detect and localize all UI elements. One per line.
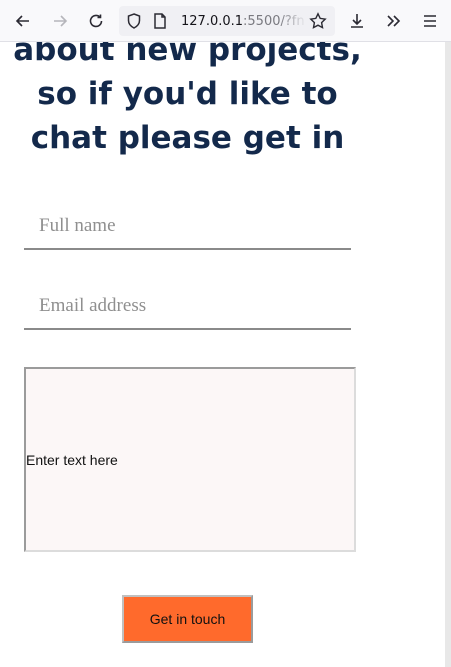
message-textarea[interactable]: Enter text here — [24, 367, 356, 552]
url-bar[interactable]: 127.0.0.1:5500/?fna — [119, 6, 335, 36]
heading-line-1: about new projects, — [13, 42, 362, 68]
url-fade — [279, 10, 307, 32]
back-arrow-icon[interactable] — [11, 9, 35, 33]
get-in-touch-button[interactable]: Get in touch — [122, 595, 253, 643]
forward-arrow-icon[interactable] — [48, 9, 72, 33]
email-input[interactable] — [24, 280, 351, 330]
chevrons-right-icon[interactable] — [381, 9, 405, 33]
heading-line-2: so if you'd like to — [37, 76, 338, 112]
reload-icon[interactable] — [84, 9, 108, 33]
hamburger-menu-icon[interactable] — [418, 9, 442, 33]
url-host: 127.0.0.1 — [181, 14, 244, 29]
star-icon[interactable] — [309, 12, 327, 30]
full-name-input[interactable] — [24, 200, 351, 250]
browser-toolbar: 127.0.0.1:5500/?fna — [0, 0, 451, 42]
scrollbar[interactable] — [445, 42, 451, 667]
page-icon — [151, 12, 169, 30]
heading-line-3: chat please get in — [30, 120, 345, 156]
shield-icon[interactable] — [125, 12, 143, 30]
download-icon[interactable] — [345, 9, 369, 33]
message-placeholder: Enter text here — [26, 451, 118, 468]
submit-label: Get in touch — [149, 611, 226, 627]
page-content: about new projects, so if you'd like to … — [0, 42, 445, 667]
